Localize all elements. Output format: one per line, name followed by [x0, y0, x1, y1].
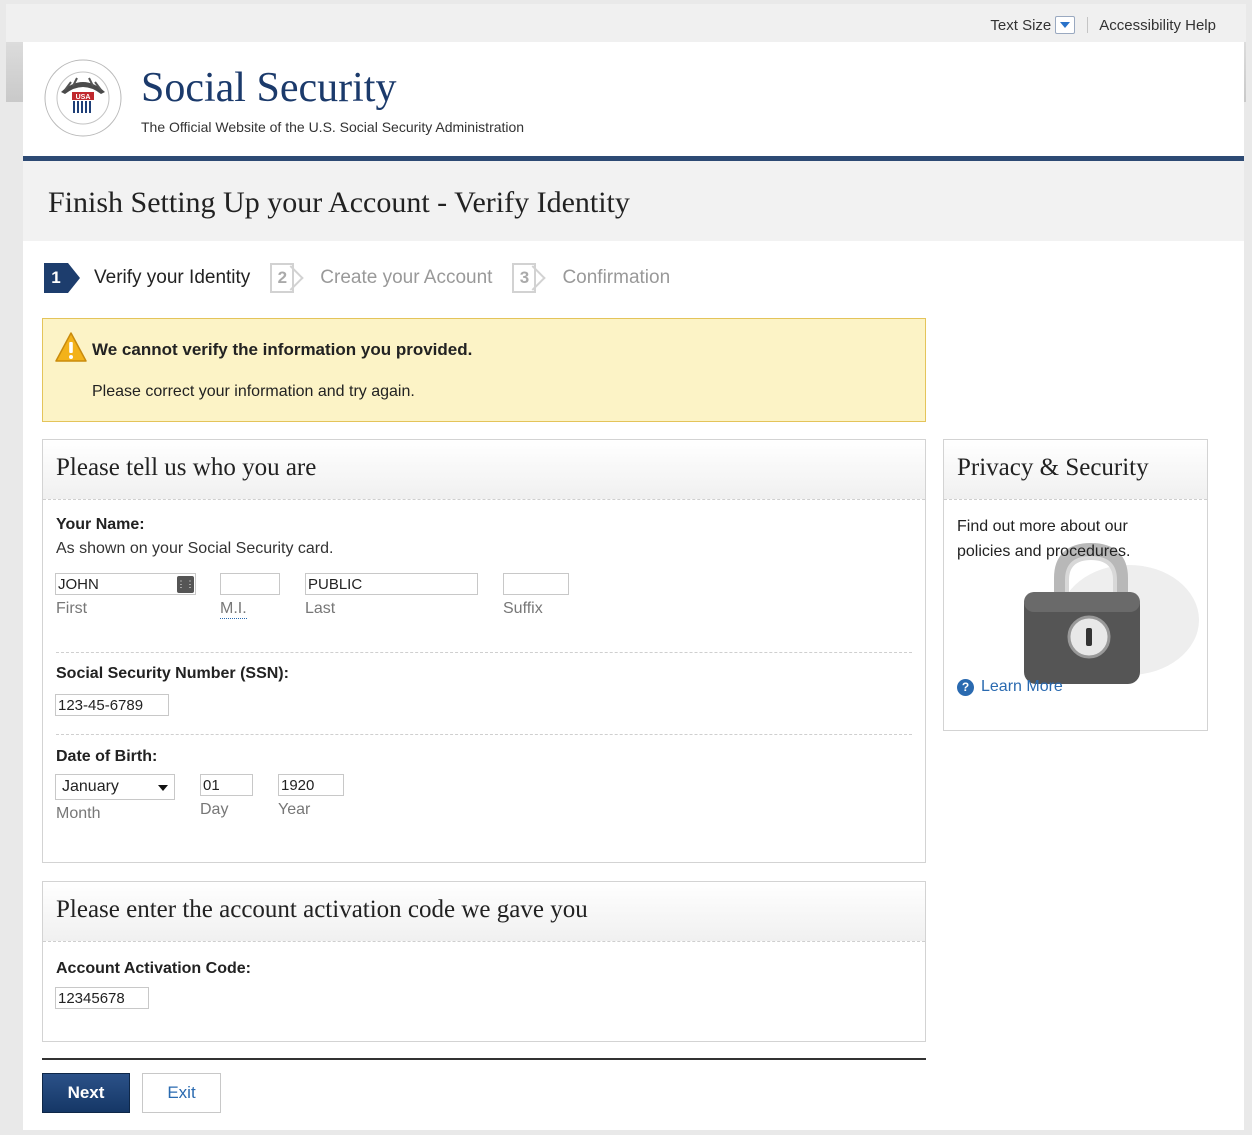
exit-button[interactable]: Exit [142, 1073, 221, 1113]
site-title[interactable]: Social Security [141, 64, 396, 112]
ssn-label: Social Security Number (SSN): [56, 665, 289, 682]
progress-steps: 1 Verify your Identity 2 Create your Acc… [44, 263, 690, 293]
accessibility-help-link[interactable]: Accessibility Help [1099, 17, 1216, 34]
page-container: USA Social Security The Official Website… [23, 42, 1244, 1130]
identity-panel-heading: Please tell us who you are [43, 440, 925, 500]
dob-label: Date of Birth: [56, 748, 158, 765]
learn-more-label[interactable]: Learn More [981, 678, 1063, 696]
step-verify-identity: 1 Verify your Identity [44, 263, 250, 293]
middle-initial-label: M.I. [220, 600, 247, 619]
privacy-panel-heading: Privacy & Security [944, 440, 1207, 500]
name-label: Your Name: [56, 516, 145, 533]
suffix-label: Suffix [503, 600, 543, 617]
site-header: USA Social Security The Official Website… [23, 42, 1244, 156]
next-button[interactable]: Next [42, 1073, 130, 1113]
activation-code-input[interactable] [55, 987, 149, 1009]
year-input[interactable] [278, 774, 344, 796]
divider [56, 652, 912, 653]
learn-more-link[interactable]: ? Learn More [957, 678, 1063, 696]
step-number: 1 [44, 263, 80, 293]
month-select-value: January [62, 778, 119, 795]
chevron-down-icon[interactable] [1055, 16, 1076, 34]
activation-code-label: Account Activation Code: [56, 960, 251, 977]
step-label: Verify your Identity [94, 267, 251, 288]
activation-panel: Please enter the account activation code… [42, 881, 926, 1042]
privacy-panel: Privacy & Security Find out more about o… [943, 439, 1208, 731]
step-number: 2 [270, 263, 295, 293]
top-utility-bar: Text Size Accessibility Help [6, 4, 1246, 102]
last-name-input[interactable] [305, 573, 478, 595]
first-name-label: First [56, 600, 88, 617]
identity-panel: Please tell us who you are Your Name: As… [42, 439, 926, 863]
year-label: Year [278, 801, 311, 818]
name-hint: As shown on your Social Security card. [56, 540, 334, 557]
middle-initial-input[interactable] [220, 573, 280, 595]
activation-panel-heading: Please enter the account activation code… [43, 882, 925, 942]
step-label: Confirmation [562, 267, 671, 288]
step-label: Create your Account [320, 267, 493, 288]
text-size-control[interactable]: Text Size [990, 16, 1076, 34]
divider [56, 734, 912, 735]
ssa-seal-logo[interactable]: USA [43, 58, 123, 138]
page-title: Finish Setting Up your Account - Verify … [48, 186, 630, 219]
first-name-input[interactable] [55, 573, 196, 595]
footer-divider [42, 1058, 926, 1060]
keyboard-icon[interactable]: ⋮⋮ [177, 576, 195, 593]
help-icon[interactable]: ? [957, 678, 974, 696]
chevron-down-icon [158, 785, 168, 791]
step-confirmation: 3 Confirmation [512, 263, 670, 293]
privacy-text: Find out more about our policies and pro… [957, 518, 1131, 560]
seal-usa-text: USA [76, 94, 91, 101]
day-input[interactable] [200, 774, 253, 796]
ssn-input[interactable] [55, 694, 169, 716]
divider [1087, 17, 1089, 33]
suffix-input[interactable] [503, 573, 569, 595]
text-size-label[interactable]: Text Size [990, 17, 1051, 34]
step-number: 3 [512, 263, 537, 293]
last-name-label: Last [305, 600, 336, 617]
day-label: Day [200, 801, 229, 818]
site-subtitle: The Official Website of the U.S. Social … [141, 119, 525, 135]
utility-links: Text Size Accessibility Help [990, 16, 1216, 34]
warning-icon [55, 332, 87, 362]
alert-message: Please correct your information and try … [92, 383, 415, 400]
step-create-account: 2 Create your Account [270, 263, 492, 293]
error-alert: We cannot verify the information you pro… [42, 318, 926, 422]
alert-title: We cannot verify the information you pro… [92, 340, 473, 359]
month-label: Month [56, 805, 101, 822]
month-select[interactable]: January [55, 774, 175, 800]
